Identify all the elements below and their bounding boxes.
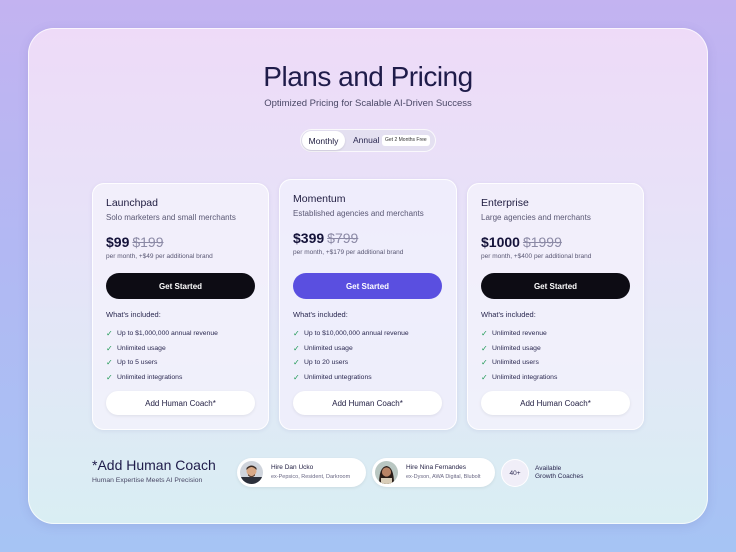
feature-text: Unlimited usage xyxy=(117,344,166,352)
plan-name: Enterprise xyxy=(481,197,529,209)
plan-description: Large agencies and merchants xyxy=(481,213,591,222)
included-label: What's included: xyxy=(293,310,348,319)
plan-card-enterprise: Enterprise Large agencies and merchants … xyxy=(467,183,644,430)
feature-list: ✓ Up to $1,000,000 annual revenue ✓ Unlimi… xyxy=(106,326,218,385)
avatar xyxy=(375,461,398,484)
page-subtitle: Optimized Pricing for Scalable AI-Driven… xyxy=(264,98,472,109)
check-icon: ✓ xyxy=(481,328,488,338)
avatar xyxy=(240,461,263,484)
coach-section-subtitle: Human Expertise Meets AI Precision xyxy=(92,477,203,484)
coach-card-dan[interactable]: Hire Dan Ucko ex-Pepsico, Resident, Dark… xyxy=(237,458,366,487)
check-icon: ✓ xyxy=(293,328,300,338)
feature-text: Unlimited revenue xyxy=(492,329,547,337)
check-icon: ✓ xyxy=(481,343,488,353)
check-icon: ✓ xyxy=(481,373,488,383)
check-icon: ✓ xyxy=(481,358,488,368)
feature-item: ✓ Unlimited usage xyxy=(293,341,409,356)
price-current: $399 xyxy=(293,230,325,246)
plan-description: Solo marketers and small merchants xyxy=(106,213,236,222)
coach-count-badge: 40+ xyxy=(501,459,529,487)
feature-text: Unlimited integrations xyxy=(117,374,183,382)
coach-name: Hire Nina Fernandes xyxy=(406,464,466,471)
price-current: $99 xyxy=(106,234,130,250)
plan-description: Established agencies and merchants xyxy=(293,209,424,218)
feature-list: ✓ Up to $10,000,000 annual revenue ✓ Unlim… xyxy=(293,326,409,385)
feature-list: ✓ Unlimited revenue ✓ Unlimited usage ✓ Unl… xyxy=(481,326,557,385)
price-note: per month, +$400 per additional brand xyxy=(481,253,592,260)
feature-item: ✓ Unlimited users xyxy=(481,356,557,371)
growth-coaches-line: Growth Coaches xyxy=(535,473,584,480)
feature-item: ✓ Unlimited integrations xyxy=(481,370,557,385)
plan-price: $1000 $1999 xyxy=(481,234,562,250)
feature-text: Up to $1,000,000 annual revenue xyxy=(117,329,218,337)
plan-name: Launchpad xyxy=(106,197,158,209)
check-icon: ✓ xyxy=(106,328,113,338)
available-line: Available xyxy=(535,465,562,472)
price-current: $1000 xyxy=(481,234,520,250)
check-icon: ✓ xyxy=(106,373,113,383)
price-old: $1999 xyxy=(522,234,562,250)
get-started-button[interactable]: Get Started xyxy=(481,273,630,299)
check-icon: ✓ xyxy=(293,343,300,353)
feature-item: ✓ Up to 5 users xyxy=(106,356,218,371)
feature-text: Up to $10,000,000 annual revenue xyxy=(304,329,409,337)
coach-role: ex-Dyson, AWA Digital, Blubolt xyxy=(406,474,481,480)
price-old: $799 xyxy=(327,230,359,246)
check-icon: ✓ xyxy=(293,358,300,368)
add-human-coach-button[interactable]: Add Human Coach* xyxy=(481,391,630,415)
annual-discount-badge: Get 2 Months Free xyxy=(382,135,430,146)
get-started-button[interactable]: Get Started xyxy=(106,273,255,299)
add-human-coach-button[interactable]: Add Human Coach* xyxy=(106,391,255,415)
check-icon: ✓ xyxy=(106,343,113,353)
feature-item: ✓ Unlimited revenue xyxy=(481,326,557,341)
feature-text: Unlimited untegrations xyxy=(304,374,372,382)
included-label: What's included: xyxy=(481,310,536,319)
billing-annual-option[interactable]: Annual xyxy=(353,135,379,145)
feature-text: Up to 5 users xyxy=(117,359,158,367)
feature-text: Up to 20 users xyxy=(304,359,349,367)
check-icon: ✓ xyxy=(293,373,300,383)
coach-role: ex-Pepsico, Resident, Darkroom xyxy=(271,474,351,480)
feature-item: ✓ Unlimited integrations xyxy=(106,370,218,385)
feature-item: ✓ Unlimited usage xyxy=(481,341,557,356)
feature-item: ✓ Up to $10,000,000 annual revenue xyxy=(293,326,409,341)
plan-price: $99 $199 xyxy=(106,234,164,250)
plan-price: $399 $799 xyxy=(293,230,358,246)
feature-item: ✓ Unlimited usage xyxy=(106,341,218,356)
feature-text: Unlimited usage xyxy=(492,344,541,352)
available-coaches-label: Available Growth Coaches xyxy=(535,465,583,481)
price-note: per month, +$49 per additional brand xyxy=(106,253,213,260)
billing-monthly-option[interactable]: Monthly xyxy=(302,131,345,150)
billing-toggle: Monthly Annual Get 2 Months Free xyxy=(300,129,436,152)
feature-item: ✓ Up to $1,000,000 annual revenue xyxy=(106,326,218,341)
coach-card-nina[interactable]: Hire Nina Fernandes ex-Dyson, AWA Digita… xyxy=(372,458,495,487)
add-human-coach-button[interactable]: Add Human Coach* xyxy=(293,391,442,415)
feature-text: Unlimited usage xyxy=(304,344,353,352)
price-note: per month, +$179 per additional brand xyxy=(293,249,404,256)
feature-item: ✓ Up to 20 users xyxy=(293,356,409,371)
feature-item: ✓ Unlimited untegrations xyxy=(293,370,409,385)
feature-text: Unlimited integrations xyxy=(492,374,558,382)
plan-name: Momentum xyxy=(293,193,346,205)
feature-text: Unlimited users xyxy=(492,359,539,367)
plan-card-launchpad: Launchpad Solo marketers and small merch… xyxy=(92,183,269,430)
price-old: $199 xyxy=(132,234,164,250)
included-label: What's included: xyxy=(106,310,161,319)
coach-section-title: *Add Human Coach xyxy=(92,457,216,473)
page-title: Plans and Pricing xyxy=(263,61,473,92)
get-started-button[interactable]: Get Started xyxy=(293,273,442,299)
check-icon: ✓ xyxy=(106,358,113,368)
plan-card-momentum: Momentum Established agencies and mercha… xyxy=(279,179,457,430)
coach-name: Hire Dan Ucko xyxy=(271,464,314,471)
